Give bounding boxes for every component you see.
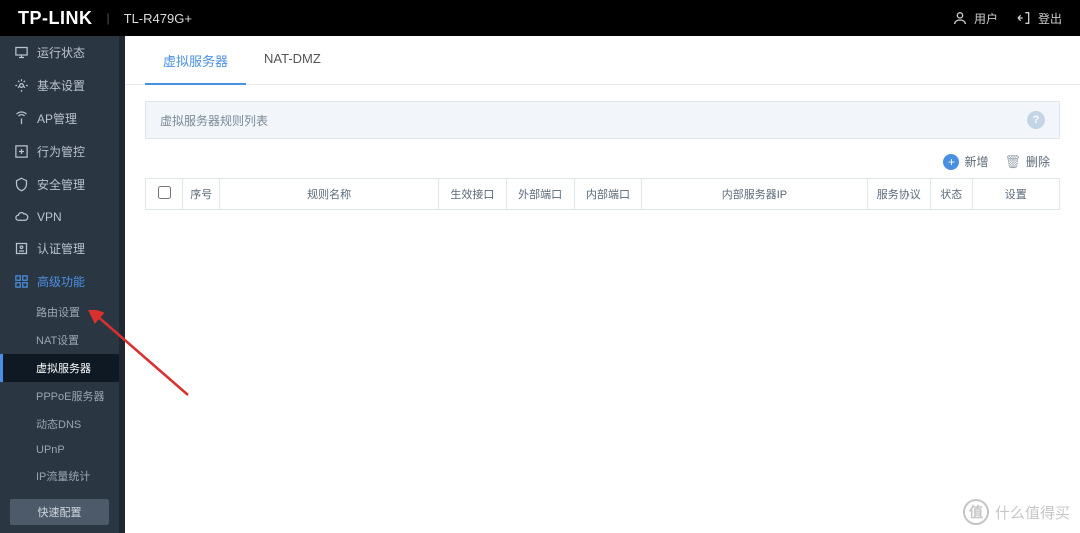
th-internal-ip: 内部服务器IP xyxy=(642,179,867,210)
delete-button[interactable]: 🗑 删除 xyxy=(1004,153,1050,170)
logout-label: 登出 xyxy=(1038,10,1062,27)
sidebar-item-advanced[interactable]: 高级功能 xyxy=(0,265,119,298)
th-checkbox xyxy=(146,179,183,210)
th-int-port: 内部端口 xyxy=(574,179,642,210)
tab-nat-dmz[interactable]: NAT-DMZ xyxy=(246,36,339,84)
grid-icon xyxy=(14,274,29,289)
sub-portmon[interactable]: 端口监控 xyxy=(0,490,119,491)
tab-vserver[interactable]: 虚拟服务器 xyxy=(145,36,246,85)
header-divider: | xyxy=(107,11,110,25)
cloud-icon xyxy=(14,209,29,224)
panel-title: 虚拟服务器规则列表 xyxy=(160,112,268,129)
sub-route[interactable]: 路由设置 xyxy=(0,298,119,326)
logout-button[interactable]: 登出 xyxy=(1016,10,1062,27)
brand-logo: TP-LINK xyxy=(18,8,93,29)
header-right: 用户 登出 xyxy=(952,10,1062,27)
shield-icon xyxy=(14,177,29,192)
badge-icon xyxy=(14,241,29,256)
main-content: 虚拟服务器 NAT-DMZ 虚拟服务器规则列表 ? + 新增 🗑 删除 xyxy=(125,36,1080,533)
th-seq: 序号 xyxy=(183,179,220,210)
th-ext-port: 外部端口 xyxy=(506,179,574,210)
quick-config-button[interactable]: 快速配置 xyxy=(10,499,109,525)
sidebar-item-label: 运行状态 xyxy=(37,44,85,61)
sidebar-item-label: 认证管理 xyxy=(37,240,85,257)
sidebar-item-label: 基本设置 xyxy=(37,77,85,94)
user-button[interactable]: 用户 xyxy=(952,10,998,27)
monitor-icon xyxy=(14,45,29,60)
sub-ipstat[interactable]: IP流量统计 xyxy=(0,462,119,490)
help-button[interactable]: ? xyxy=(1027,111,1045,129)
plus-icon: + xyxy=(943,154,959,170)
sidebar-item-ap[interactable]: AP管理 xyxy=(0,102,119,135)
rules-table-wrap: 序号 规则名称 生效接口 外部端口 内部端口 内部服务器IP 服务协议 状态 设… xyxy=(145,178,1060,210)
sidebar-item-label: 安全管理 xyxy=(37,176,85,193)
th-protocol: 服务协议 xyxy=(867,179,930,210)
sidebar-item-status[interactable]: 运行状态 xyxy=(0,36,119,69)
add-button[interactable]: + 新增 xyxy=(943,153,988,170)
tabs: 虚拟服务器 NAT-DMZ xyxy=(125,36,1080,85)
sidebar-item-vpn[interactable]: VPN xyxy=(0,201,119,232)
th-iface: 生效接口 xyxy=(439,179,507,210)
add-label: 新增 xyxy=(964,153,988,170)
th-action: 设置 xyxy=(972,179,1060,210)
gear-icon xyxy=(14,78,29,93)
sidebar-item-behavior[interactable]: 行为管控 xyxy=(0,135,119,168)
logout-icon xyxy=(1016,10,1032,26)
sidebar: 运行状态 基本设置 AP管理 行为管控 安全管理 VPN xyxy=(0,36,119,533)
user-label: 用户 xyxy=(974,10,998,27)
sidebar-item-label: VPN xyxy=(37,210,62,224)
panel-titlebar: 虚拟服务器规则列表 ? xyxy=(145,101,1060,139)
sidebar-item-security[interactable]: 安全管理 xyxy=(0,168,119,201)
antenna-icon xyxy=(14,111,29,126)
sidebar-item-label: 高级功能 xyxy=(37,273,85,290)
control-icon xyxy=(14,144,29,159)
table-toolbar: + 新增 🗑 删除 xyxy=(125,139,1080,178)
select-all-checkbox[interactable] xyxy=(158,186,171,199)
sub-nat[interactable]: NAT设置 xyxy=(0,326,119,354)
sidebar-item-label: AP管理 xyxy=(37,110,77,127)
rules-table: 序号 规则名称 生效接口 外部端口 内部端口 内部服务器IP 服务协议 状态 设… xyxy=(145,178,1060,210)
user-icon xyxy=(952,10,968,26)
top-header: TP-LINK | TL-R479G+ 用户 登出 xyxy=(0,0,1080,36)
sub-pppoe[interactable]: PPPoE服务器 xyxy=(0,382,119,410)
th-name: 规则名称 xyxy=(220,179,439,210)
trash-icon: 🗑 xyxy=(1004,154,1021,170)
sidebar-item-auth[interactable]: 认证管理 xyxy=(0,232,119,265)
device-model: TL-R479G+ xyxy=(124,11,192,26)
delete-label: 删除 xyxy=(1026,153,1050,170)
th-status: 状态 xyxy=(930,179,972,210)
sub-vserver[interactable]: 虚拟服务器 xyxy=(0,354,119,382)
sub-upnp[interactable]: UPnP xyxy=(0,438,119,462)
sidebar-item-label: 行为管控 xyxy=(37,143,85,160)
sub-ddns[interactable]: 动态DNS xyxy=(0,410,119,438)
sidebar-item-basic[interactable]: 基本设置 xyxy=(0,69,119,102)
